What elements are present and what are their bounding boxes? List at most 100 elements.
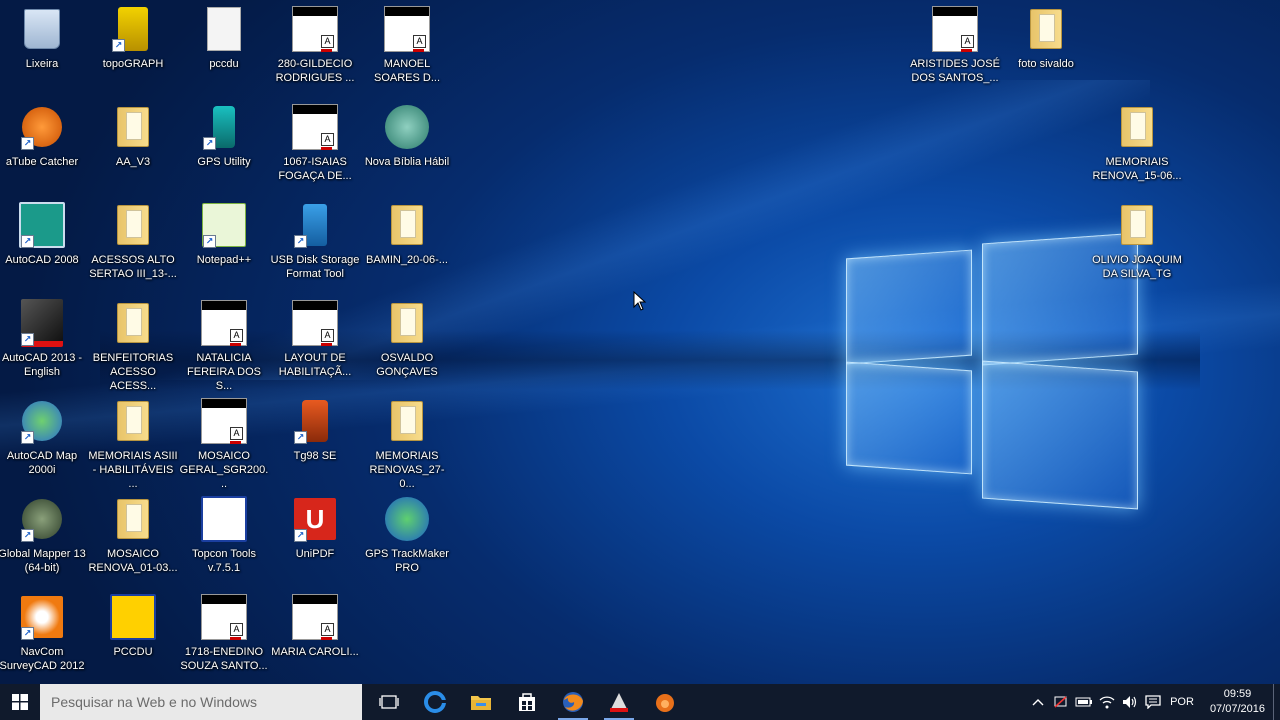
- folder-icon: [110, 300, 156, 346]
- store-icon: [519, 693, 535, 711]
- desktop-icon-label: UniPDF: [295, 548, 335, 560]
- document-icon: [201, 6, 247, 52]
- desktop-icon-label: Lixeira: [25, 58, 59, 70]
- desktop-icon-enedino[interactable]: A 1718-ENEDINO SOUZA SANTO...: [179, 594, 269, 673]
- volume-icon[interactable]: [1118, 684, 1141, 720]
- desktop-icon-layout-habilitacao[interactable]: A LAYOUT DE HABILITAÇÃ...: [270, 300, 360, 379]
- language-indicator[interactable]: POR: [1164, 696, 1204, 708]
- desktop-icon-isaias[interactable]: A 1067-ISAIAS FOGAÇA DE...: [270, 104, 360, 183]
- desktop-icon-tg98-se[interactable]: ↗ Tg98 SE: [270, 398, 360, 463]
- desktop-icon-olivio[interactable]: OLIVIO JOAQUIM DA SILVA_TG: [1092, 202, 1182, 281]
- desktop-icon-autocad-2013[interactable]: ↗ AutoCAD 2013 - English: [0, 299, 87, 379]
- wifi-icon[interactable]: [1095, 684, 1118, 720]
- taskbar: Pesquisar na Web e no Windows POR 09:59 …: [0, 684, 1280, 720]
- topograph-icon: ↗: [110, 6, 156, 52]
- drawing-file-icon: A: [292, 300, 338, 346]
- desktop-icon-autocad-2008[interactable]: ↗ AutoCAD 2008: [0, 202, 87, 267]
- desktop-icon-osvaldo[interactable]: OSVALDO GONÇAVES: [362, 300, 452, 379]
- desktop-icon-autocad-map[interactable]: ↗ AutoCAD Map 2000i: [0, 398, 87, 477]
- navcom-icon: ↗: [19, 594, 65, 640]
- desktop-icon-topcon-tools[interactable]: Topcon Tools v.7.5.1: [179, 496, 269, 575]
- desktop-icon-gps-utility[interactable]: ↗ GPS Utility: [179, 104, 269, 169]
- desktop-icon-gps-trackmaker[interactable]: GPS TrackMaker PRO: [362, 496, 452, 575]
- desktop-icon-label: LAYOUT DE HABILITAÇÃ...: [278, 352, 352, 378]
- file-explorer-button[interactable]: [458, 684, 504, 720]
- desktop-icon-aa-v3[interactable]: AA_V3: [88, 104, 178, 169]
- desktop-icon-usb-format-tool[interactable]: ↗ USB Disk Storage Format Tool: [270, 202, 360, 281]
- clock[interactable]: 09:59 07/07/2016: [1204, 687, 1273, 717]
- desktop-icon-label: ARISTIDES JOSÉ DOS SANTOS_...: [910, 58, 1000, 84]
- unipdf-icon: U ↗: [292, 496, 338, 542]
- desktop-icon-label: AutoCAD Map 2000i: [6, 450, 78, 476]
- desktop-icon-lixeira[interactable]: Lixeira: [0, 6, 87, 71]
- search-input[interactable]: Pesquisar na Web e no Windows: [40, 684, 362, 720]
- desktop-icon-label: ACESSOS ALTO SERTAO III_13-...: [89, 254, 177, 280]
- pccdu-icon: [110, 594, 156, 640]
- flag-icon[interactable]: [1049, 684, 1072, 720]
- gps-utility-icon: ↗: [201, 104, 247, 150]
- desktop-icon-label: MOSAICO GERAL_SGR200...: [179, 450, 269, 490]
- mouse-cursor-icon: [633, 291, 647, 311]
- firefox-button[interactable]: [550, 684, 596, 720]
- file-explorer-icon: [471, 696, 491, 710]
- desktop-icon-foto-sivaldo[interactable]: foto sivaldo: [1001, 6, 1091, 71]
- desktop-icon-memoriais-renovas[interactable]: MEMORIAIS RENOVAS_27-0...: [362, 398, 452, 491]
- folder-icon: [110, 496, 156, 542]
- task-view-button[interactable]: [366, 684, 412, 720]
- clock-date: 07/07/2016: [1209, 703, 1265, 715]
- desktop-icon-label: 1718-ENEDINO SOUZA SANTO...: [180, 646, 268, 672]
- bible-icon: [384, 104, 430, 150]
- desktop-icon-label: MEMORIAIS RENOVA_15-06...: [1092, 156, 1182, 182]
- desktop-icon-label: GPS Utility: [197, 156, 251, 168]
- desktop-icon-manoel[interactable]: A MANOEL SOARES D...: [362, 6, 452, 85]
- autocad-button[interactable]: [596, 684, 642, 720]
- desktop-icon-memoriais-asiii[interactable]: MEMORIAIS ASIII - HABILITÁVEIS ...: [88, 398, 178, 491]
- desktop-icon-benfeitorias[interactable]: BENFEITORIAS ACESSO ACESS...: [88, 300, 178, 393]
- desktop-icon-bamin[interactable]: BAMIN_20-06-...: [362, 202, 452, 267]
- edge-button[interactable]: [412, 684, 458, 720]
- desktop-icon-label: MANOEL SOARES D...: [373, 58, 441, 84]
- desktop-icon-unipdf[interactable]: U ↗ UniPDF: [270, 496, 360, 561]
- desktop-icon-topograph[interactable]: ↗ topoGRAPH: [88, 6, 178, 71]
- firefox-icon: [563, 692, 583, 712]
- start-button[interactable]: [0, 684, 40, 720]
- desktop-icon-aristides[interactable]: A ARISTIDES JOSÉ DOS SANTOS_...: [910, 6, 1000, 85]
- folder-icon: [1114, 202, 1160, 248]
- desktop-icon-label: topoGRAPH: [102, 58, 164, 70]
- show-desktop-button[interactable]: [1273, 684, 1280, 720]
- desktop-icon-label: Topcon Tools v.7.5.1: [191, 548, 256, 574]
- recycle-bin-icon: [19, 6, 65, 52]
- desktop-icon-label: 280-GILDECIO RODRIGUES ...: [275, 58, 355, 84]
- notifications-icon[interactable]: [1141, 684, 1164, 720]
- desktop-icon-global-mapper[interactable]: ↗ Global Mapper 13 (64-bit): [0, 496, 87, 575]
- desktop-icon-notepadpp[interactable]: ↗ Notepad++: [179, 202, 269, 267]
- desktop-icon-gildecio[interactable]: A 280-GILDECIO RODRIGUES ...: [270, 6, 360, 85]
- task-view-icon: [379, 695, 399, 709]
- store-button[interactable]: [504, 684, 550, 720]
- desktop-icon-mosaico-renova[interactable]: MOSAICO RENOVA_01-03...: [88, 496, 178, 575]
- desktop-icon-natalicia[interactable]: A NATALICIA FEREIRA DOS S...: [179, 300, 269, 393]
- desktop-icon-label: AutoCAD 2008: [5, 254, 79, 266]
- desktop-icon-navcom[interactable]: ↗ NavCom SurveyCAD 2012: [0, 594, 87, 673]
- desktop-icon-label: 1067-ISAIAS FOGAÇA DE...: [278, 156, 352, 182]
- drawing-file-icon: A: [932, 6, 978, 52]
- battery-icon[interactable]: [1072, 684, 1095, 720]
- desktop-icon-label: OSVALDO GONÇAVES: [376, 352, 438, 378]
- drawing-file-icon: A: [384, 6, 430, 52]
- desktop-icon-label: BENFEITORIAS ACESSO ACESS...: [92, 352, 174, 392]
- desktop-icon-acessos-alto-sertao[interactable]: ACESSOS ALTO SERTAO III_13-...: [88, 202, 178, 281]
- atube-catcher-button[interactable]: [642, 684, 688, 720]
- desktop-icon-mosaico-geral[interactable]: A MOSAICO GERAL_SGR200...: [179, 398, 269, 491]
- desktop-icon-atube-catcher[interactable]: ↗ aTube Catcher: [0, 104, 87, 169]
- show-hidden-icons-chevron-icon[interactable]: [1026, 684, 1049, 720]
- desktop-icon-memoriais-renova-15[interactable]: MEMORIAIS RENOVA_15-06...: [1092, 104, 1182, 183]
- gps-trackmaker-icon: [384, 496, 430, 542]
- desktop-icon-label: Tg98 SE: [293, 450, 337, 462]
- desktop-icon-pccdu[interactable]: pccdu: [179, 6, 269, 71]
- desktop-icon-nova-biblia[interactable]: Nova Bíblia Hábil: [362, 104, 452, 169]
- desktop-icon-label: OLIVIO JOAQUIM DA SILVA_TG: [1092, 254, 1182, 280]
- desktop-icon-label: foto sivaldo: [1018, 58, 1074, 70]
- autocad-map-icon: ↗: [19, 398, 65, 444]
- desktop-icon-pccdu-app[interactable]: PCCDU: [88, 594, 178, 659]
- desktop-icon-maria-caroli[interactable]: A MARIA CAROLI...: [270, 594, 360, 659]
